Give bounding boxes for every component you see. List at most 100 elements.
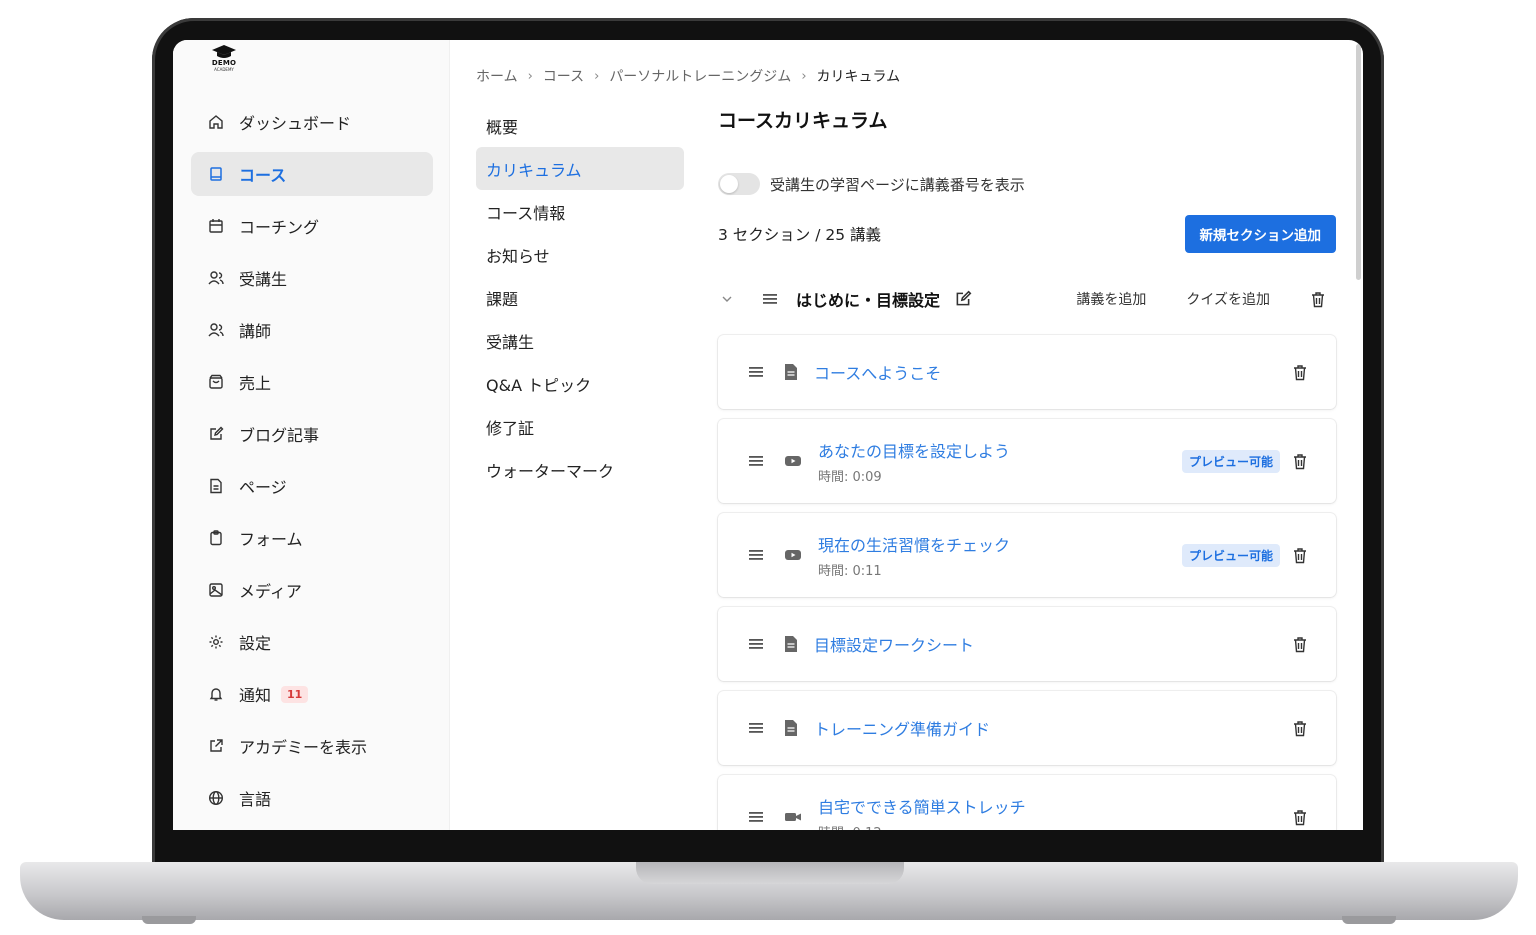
drag-handle-icon[interactable] <box>748 811 764 823</box>
sidebar-item-label: メディア <box>239 582 302 601</box>
lesson-row[interactable]: 現在の生活習慣をチェック 時間: 0:11 プレビュー可能 <box>718 513 1336 597</box>
preview-badge: プレビュー可能 <box>1181 449 1280 473</box>
section-title: はじめに・目標設定 <box>796 291 941 310</box>
lesson-text: あなたの目標を設定しよう 時間: 0:09 <box>818 438 1010 485</box>
sidebar-item-label: コーチング <box>239 218 320 237</box>
sidebar-item-pages[interactable]: ページ <box>191 464 433 508</box>
curriculum-summary-row: 3 セクション / 25 講義 新規セクション追加 <box>718 215 1336 253</box>
lesson-title[interactable]: コースへようこそ <box>814 360 941 384</box>
video-icon <box>784 454 802 468</box>
lesson-row[interactable]: コースへようこそ <box>718 335 1336 409</box>
add-lecture-button[interactable]: 講義を追加 <box>1076 289 1146 309</box>
bag-icon <box>207 373 225 391</box>
lesson-duration: 時間: 0:12 <box>818 822 1026 831</box>
chevron-right-icon: › <box>594 68 600 84</box>
drag-handle-icon[interactable] <box>748 638 764 650</box>
sidebar-item-label: ページ <box>239 478 287 497</box>
sidebar-item-label: 講師 <box>239 322 272 341</box>
sidebar-item-view-academy[interactable]: アカデミーを表示 <box>191 724 433 768</box>
lecture-number-toggle-row: 受講生の学習ページに講義番号を表示 <box>718 173 1338 195</box>
lesson-title[interactable]: トレーニング準備ガイド <box>814 716 990 740</box>
sidebar: DEMO ACADEMY ダッシュボード コース コーチング 受講生 講師 売上… <box>173 40 450 830</box>
edit-icon[interactable] <box>954 290 972 308</box>
lesson-row[interactable]: あなたの目標を設定しよう 時間: 0:09 プレビュー可能 <box>718 419 1336 503</box>
chevron-down-icon[interactable] <box>720 292 740 306</box>
video-icon <box>784 548 802 562</box>
drag-handle-icon[interactable] <box>748 722 764 734</box>
lesson-row[interactable]: 目標設定ワークシート <box>718 607 1336 681</box>
sidebar-item-students[interactable]: 受講生 <box>191 256 433 300</box>
sidebar-item-label: アカデミーを表示 <box>239 738 368 757</box>
lesson-actions <box>1292 720 1308 737</box>
drag-handle-icon[interactable] <box>762 293 778 305</box>
logo-sub: ACADEMY <box>214 67 234 72</box>
lesson-title[interactable]: 現在の生活習慣をチェック <box>818 532 1010 556</box>
lesson-actions <box>1292 809 1308 826</box>
tab-announcements[interactable]: お知らせ <box>476 233 684 276</box>
sidebar-item-label: 受講生 <box>239 270 288 289</box>
trash-icon[interactable] <box>1292 636 1308 653</box>
sidebar-item-label: 言語 <box>239 790 272 809</box>
sidebar-item-sales[interactable]: 売上 <box>191 360 433 404</box>
trash-icon[interactable] <box>1292 547 1308 564</box>
sidebar-item-notifications[interactable]: 通知 11 <box>191 672 433 716</box>
trash-icon[interactable] <box>1310 291 1326 308</box>
app-screen: DEMO ACADEMY ダッシュボード コース コーチング 受講生 講師 売上… <box>173 40 1363 830</box>
page-scrollbar[interactable] <box>1356 44 1361 280</box>
sidebar-item-label: ブログ記事 <box>239 426 320 445</box>
lesson-text: トレーニング準備ガイド <box>814 716 990 740</box>
drag-handle-icon[interactable] <box>748 455 764 467</box>
trash-icon[interactable] <box>1292 453 1308 470</box>
breadcrumb-course[interactable]: パーソナルトレーニングジム <box>609 66 791 86</box>
edit-icon <box>207 425 225 443</box>
lesson-title[interactable]: あなたの目標を設定しよう <box>818 438 1010 462</box>
sidebar-item-language[interactable]: 言語 <box>191 776 433 820</box>
tab-course-info[interactable]: コース情報 <box>476 190 684 233</box>
sidebar-item-dashboard[interactable]: ダッシュボード <box>191 100 433 144</box>
lesson-text: 目標設定ワークシート <box>814 632 974 656</box>
trash-icon[interactable] <box>1292 720 1308 737</box>
trash-icon[interactable] <box>1292 364 1308 381</box>
lesson-title[interactable]: 自宅でできる簡単ストレッチ <box>818 794 1026 818</box>
sidebar-item-instructors[interactable]: 講師 <box>191 308 433 352</box>
lecture-number-toggle[interactable] <box>718 173 760 195</box>
camera-icon <box>784 810 802 824</box>
tab-overview[interactable]: 概要 <box>476 104 684 147</box>
tab-watermark[interactable]: ウォーターマーク <box>476 448 684 491</box>
tab-certificate[interactable]: 修了証 <box>476 405 684 448</box>
sidebar-item-coaching[interactable]: コーチング <box>191 204 433 248</box>
lesson-row[interactable]: トレーニング準備ガイド <box>718 691 1336 765</box>
section-lecture-count: 3 セクション / 25 講義 <box>718 226 882 244</box>
course-subnav: 概要 カリキュラム コース情報 お知らせ 課題 受講生 Q&A トピック 修了証… <box>476 104 684 491</box>
sidebar-item-media[interactable]: メディア <box>191 568 433 612</box>
sidebar-item-label: ダッシュボード <box>239 114 352 133</box>
lesson-duration: 時間: 0:11 <box>818 563 882 579</box>
trash-icon[interactable] <box>1292 809 1308 826</box>
drag-handle-icon[interactable] <box>748 366 764 378</box>
tab-students[interactable]: 受講生 <box>476 319 684 362</box>
academy-logo[interactable]: DEMO ACADEMY <box>209 44 239 72</box>
breadcrumb-home[interactable]: ホーム <box>476 66 518 86</box>
file-icon <box>207 477 225 495</box>
add-quiz-button[interactable]: クイズを追加 <box>1186 289 1270 309</box>
breadcrumb-courses[interactable]: コース <box>543 66 584 86</box>
sidebar-item-blog[interactable]: ブログ記事 <box>191 412 433 456</box>
sidebar-item-course[interactable]: コース <box>191 152 433 196</box>
tab-assignments[interactable]: 課題 <box>476 276 684 319</box>
lesson-row[interactable]: 自宅でできる簡単ストレッチ 時間: 0:12 <box>718 775 1336 830</box>
gear-icon <box>207 633 225 651</box>
curriculum-panel: コースカリキュラム 受講生の学習ページに講義番号を表示 3 セクション / 25… <box>718 100 1338 830</box>
sidebar-item-label: フォーム <box>239 530 303 549</box>
notification-count-badge: 11 <box>281 685 309 703</box>
tab-qa-topics[interactable]: Q&A トピック <box>476 362 684 405</box>
preview-badge: プレビュー可能 <box>1181 543 1280 567</box>
sidebar-item-settings[interactable]: 設定 <box>191 620 433 664</box>
home-icon <box>207 113 225 131</box>
add-section-button[interactable]: 新規セクション追加 <box>1184 215 1336 253</box>
chevron-right-icon: › <box>527 68 533 84</box>
lesson-title[interactable]: 目標設定ワークシート <box>814 632 974 656</box>
page-title: コースカリキュラム <box>718 110 888 132</box>
drag-handle-icon[interactable] <box>748 549 764 561</box>
tab-curriculum[interactable]: カリキュラム <box>476 147 684 190</box>
sidebar-item-forms[interactable]: フォーム <box>191 516 433 560</box>
